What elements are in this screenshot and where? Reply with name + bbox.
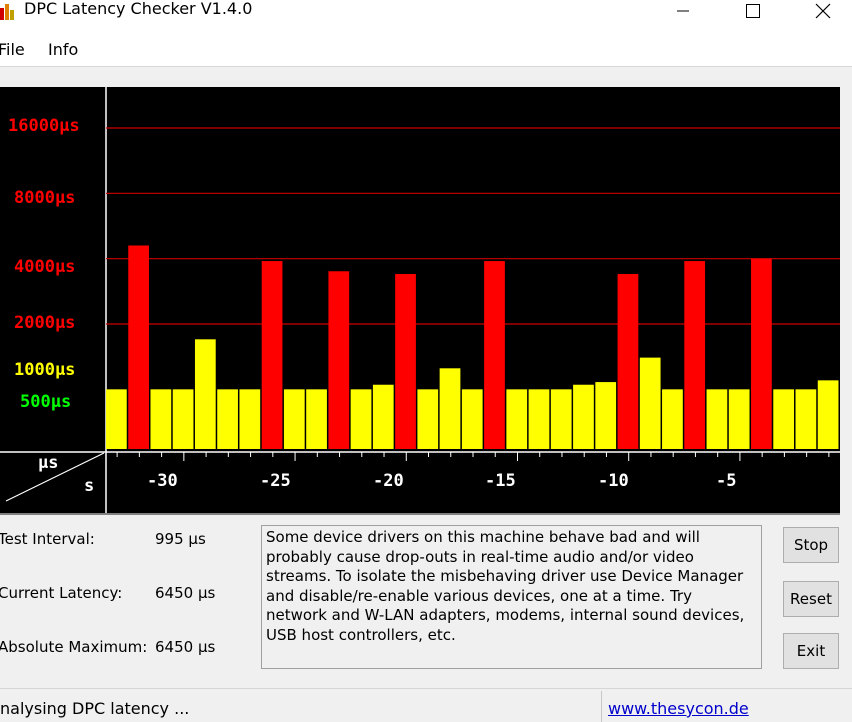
close-icon [815, 3, 831, 19]
chart-bar [306, 389, 327, 449]
maximize-button[interactable] [730, 0, 776, 22]
status-divider [601, 691, 602, 722]
chart-bar [217, 389, 238, 449]
chart-bar [662, 389, 683, 449]
message-box: Some device drivers on this machine beha… [261, 525, 762, 669]
status-text: nalysing DPC latency ... [0, 699, 190, 718]
chart-bar [172, 389, 194, 449]
reset-button[interactable]: Reset [783, 581, 839, 617]
exit-button[interactable]: Exit [783, 633, 839, 669]
title-bar: DPC Latency Checker V1.4.0 [0, 0, 852, 34]
chart-bar [372, 384, 394, 449]
chart-bar [550, 389, 572, 449]
close-button[interactable] [800, 0, 846, 22]
test-interval-label: Test Interval: [0, 530, 95, 548]
stop-button[interactable]: Stop [783, 527, 839, 563]
menu-bar: File Info [0, 34, 852, 67]
website-link[interactable]: www.thesycon.de [608, 699, 749, 718]
corner-x-unit: s [84, 476, 95, 496]
menu-file[interactable]: File [0, 40, 25, 59]
y-tick-label: 4000µs [14, 257, 76, 277]
chart-bar [350, 389, 372, 449]
chart-bar [795, 389, 817, 449]
chart-bar [506, 389, 528, 449]
test-interval-value: 995 µs [155, 530, 206, 548]
chart-bar [150, 389, 172, 449]
y-tick-label: 16000µs [8, 116, 80, 136]
chart-bar [728, 389, 750, 449]
x-tick-label: -15 [485, 471, 516, 491]
chart-bar [461, 389, 483, 449]
y-tick-label: 500µs [20, 392, 72, 412]
chart-bar [617, 273, 639, 449]
chart-bar [106, 389, 127, 449]
app-icon [0, 2, 18, 20]
x-tick-label: -30 [147, 471, 178, 491]
absolute-maximum-label: Absolute Maximum: [0, 638, 148, 656]
x-tick-label: -25 [260, 471, 291, 491]
x-tick-label: -10 [598, 471, 629, 491]
chart-bar [194, 339, 216, 449]
x-tick-label: -20 [373, 471, 404, 491]
window-title: DPC Latency Checker V1.4.0 [24, 0, 253, 18]
current-latency-value: 6450 µs [155, 584, 216, 602]
latency-chart-canvas [0, 87, 840, 513]
corner-y-unit: µs [38, 453, 59, 473]
chart-bar [328, 271, 350, 449]
y-tick-label: 2000µs [14, 313, 76, 333]
chart-bar [239, 389, 261, 449]
chart-bar [417, 389, 439, 449]
chart-bar [751, 258, 772, 449]
current-latency-label: Current Latency: [0, 584, 123, 602]
y-tick-label: 1000µs [14, 360, 76, 380]
menu-info[interactable]: Info [48, 40, 78, 59]
chart-bar [283, 389, 305, 449]
chart-bar [684, 261, 706, 449]
chart-bar [706, 389, 728, 449]
chart-bar [817, 380, 839, 449]
latency-chart: 16000µs 8000µs 4000µs 2000µs 1000µs 500µ… [0, 87, 840, 515]
status-bar: nalysing DPC latency ... www.thesycon.de [0, 688, 852, 722]
chart-bar [773, 389, 795, 449]
chart-bar [261, 261, 283, 449]
chart-bar [595, 382, 617, 449]
absolute-maximum-value: 6450 µs [155, 638, 216, 656]
minimize-icon [677, 10, 689, 12]
y-tick-label: 8000µs [14, 188, 76, 208]
chart-bar [395, 273, 416, 449]
chart-bar [484, 261, 505, 449]
chart-bar [128, 245, 149, 449]
chart-bar [439, 368, 461, 449]
chart-bar [528, 389, 550, 449]
minimize-button[interactable] [660, 0, 706, 22]
maximize-icon [746, 4, 760, 18]
chart-bar [573, 384, 594, 449]
x-tick-label: -5 [716, 471, 737, 491]
chart-bar [639, 357, 661, 449]
